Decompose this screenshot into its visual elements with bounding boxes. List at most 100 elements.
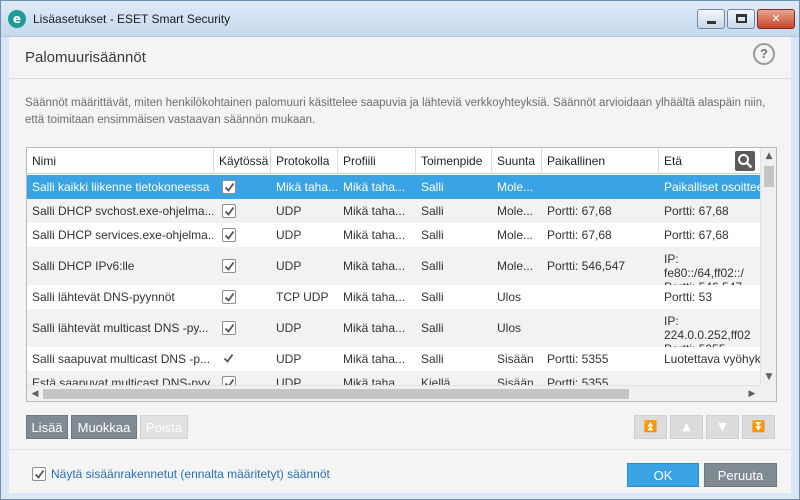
- enabled-checkbox[interactable]: [222, 228, 236, 242]
- checkmark-icon: [224, 292, 235, 302]
- table-body: Salli kaikki liikenne tietokoneessa Mikä …: [27, 175, 760, 385]
- horizontal-scrollbar[interactable]: ◀ ▶: [27, 385, 760, 401]
- cell-local: [542, 175, 659, 199]
- cell-direction: Mole...: [497, 204, 534, 218]
- cell-action: Salli: [421, 352, 444, 366]
- scroll-left-icon[interactable]: ◀: [27, 386, 43, 401]
- footer-divider: [9, 449, 791, 450]
- scroll-right-icon[interactable]: ▶: [744, 386, 760, 401]
- maximize-button[interactable]: [727, 9, 755, 29]
- cell-protocol: UDP: [276, 352, 302, 366]
- cell-name: Salli DHCP svchost.exe-ohjelma...: [32, 204, 214, 218]
- cell-remote: IP: fe80::/64,ff02::/Portti: 546,547: [659, 247, 760, 285]
- table-row[interactable]: Salli lähtevät multicast DNS -py... UDP Mi…: [27, 309, 760, 347]
- page-title: Palomuurisäännöt: [25, 49, 146, 66]
- cell-remote: Portti: 67,68: [664, 204, 729, 218]
- settings-window: e Lisäasetukset - ESET Smart Security ✕ …: [0, 0, 800, 500]
- checkmark-icon: [224, 182, 235, 192]
- cell-action: Salli: [421, 228, 444, 242]
- cell-profile: Mikä taha...: [343, 321, 406, 335]
- search-icon[interactable]: [735, 151, 755, 171]
- scroll-down-icon[interactable]: ▼: [761, 369, 776, 385]
- scrollbar-corner: [760, 385, 776, 401]
- cell-local: Portti: 67,68: [547, 228, 612, 242]
- column-header-action[interactable]: Toimenpide: [416, 148, 492, 174]
- title-bar[interactable]: e Lisäasetukset - ESET Smart Security ✕: [1, 1, 799, 37]
- cell-name: Estä saapuvat multicast DNS-pyy...: [32, 376, 214, 385]
- cell-action: Kiellä: [421, 376, 451, 385]
- maximize-icon: [736, 14, 747, 23]
- cell-protocol: UDP: [276, 376, 302, 385]
- scroll-up-icon[interactable]: ▲: [761, 148, 776, 164]
- move-down-icon: ▼: [718, 420, 727, 433]
- show-builtin-label[interactable]: Näytä sisäänrakennetut (ennalta määritet…: [51, 467, 330, 481]
- cell-local: Portti: 67,68: [547, 204, 612, 218]
- cell-name: Salli DHCP IPv6:lle: [32, 259, 135, 273]
- cell-local: Portti: 546,547: [547, 259, 626, 273]
- close-button[interactable]: ✕: [757, 9, 795, 29]
- column-header-protocol[interactable]: Protokolla: [271, 148, 338, 174]
- checkmark-icon: [224, 261, 235, 271]
- help-button[interactable]: ?: [753, 43, 775, 65]
- horizontal-scroll-thumb[interactable]: [43, 389, 629, 399]
- column-header-name[interactable]: Nimi: [27, 148, 214, 174]
- move-bottom-button[interactable]: ⏬: [742, 415, 775, 439]
- minimize-button[interactable]: [697, 9, 725, 29]
- column-header-local[interactable]: Paikallinen: [542, 148, 659, 174]
- cell-name: Salli DHCP services.exe-ohjelma...: [32, 228, 214, 242]
- cell-action: Salli: [421, 180, 444, 194]
- enabled-checkbox[interactable]: [222, 259, 236, 273]
- cell-name: Salli kaikki liikenne tietokoneessa: [32, 180, 210, 194]
- move-bottom-icon: ⏬: [751, 420, 766, 433]
- table-row[interactable]: Salli kaikki liikenne tietokoneessa Mikä …: [27, 175, 760, 199]
- add-button[interactable]: Lisää: [26, 415, 68, 439]
- column-header-direction[interactable]: Suunta: [492, 148, 542, 174]
- table-row[interactable]: Salli DHCP svchost.exe-ohjelma... UDP Mikä…: [27, 199, 760, 223]
- remove-button[interactable]: Poista: [140, 415, 188, 439]
- move-top-button[interactable]: ⏫: [634, 415, 667, 439]
- enabled-checkbox[interactable]: [222, 290, 236, 304]
- show-builtin-checkbox[interactable]: [32, 467, 46, 481]
- cell-direction: Ulos: [497, 290, 522, 304]
- move-up-button[interactable]: ▲: [670, 415, 703, 439]
- cell-name: Salli saapuvat multicast DNS -p...: [32, 352, 211, 366]
- vertical-scroll-thumb[interactable]: [764, 166, 774, 187]
- ok-button[interactable]: OK: [627, 463, 699, 487]
- column-header-enabled[interactable]: Käytössä: [214, 148, 271, 174]
- enabled-checkbox[interactable]: [222, 376, 236, 385]
- enabled-checkbox[interactable]: [222, 321, 236, 335]
- vertical-scrollbar[interactable]: ▲ ▼: [760, 148, 776, 385]
- column-header-profile[interactable]: Profiili: [338, 148, 416, 174]
- enabled-checkbox[interactable]: [222, 204, 236, 218]
- table-row[interactable]: Salli DHCP services.exe-ohjelma... UDP Mik…: [27, 223, 760, 247]
- cell-local: Portti: 5355: [547, 376, 609, 385]
- cell-direction: Sisään: [497, 352, 534, 366]
- enabled-checkbox[interactable]: [222, 180, 236, 194]
- checkmark-icon: [34, 469, 45, 479]
- cancel-button[interactable]: Peruuta: [704, 463, 777, 487]
- table-row[interactable]: Salli DHCP IPv6:lle UDP Mikä taha... Salli M…: [27, 247, 760, 285]
- eset-logo-icon: e: [8, 10, 26, 28]
- cell-protocol: Mikä taha...: [276, 180, 338, 194]
- edit-button[interactable]: Muokkaa: [71, 415, 137, 439]
- enabled-checkbox[interactable]: [222, 352, 236, 366]
- cell-action: Salli: [421, 204, 444, 218]
- checkmark-icon: [224, 230, 235, 240]
- cell-protocol: UDP: [276, 228, 302, 242]
- window-title: Lisäasetukset - ESET Smart Security: [33, 12, 231, 26]
- cell-profile: Mikä taha...: [343, 259, 406, 273]
- table-row[interactable]: Estä saapuvat multicast DNS-pyy... UDP Mik…: [27, 371, 760, 385]
- cell-name: Salli lähtevät multicast DNS -py...: [32, 321, 209, 335]
- table-row[interactable]: Salli lähtevät DNS-pyynnöt TCP UDP Mikä ta…: [27, 285, 760, 309]
- table-header: Nimi Käytössä Protokolla Profiili Toimen…: [27, 148, 760, 174]
- cell-profile: Mikä taha...: [343, 290, 406, 304]
- description-text: Säännöt määrittävät, miten henkilökohtai…: [25, 97, 766, 126]
- cell-direction: Mole...: [497, 180, 534, 194]
- cell-direction: Ulos: [497, 321, 522, 335]
- header-divider: [9, 78, 791, 79]
- move-up-icon: ▲: [682, 420, 691, 433]
- table-row[interactable]: Salli saapuvat multicast DNS -p... UDP Mik…: [27, 347, 760, 371]
- cell-remote: Luotettava vyöhyke: [664, 352, 760, 366]
- cell-direction: Mole...: [497, 228, 534, 242]
- move-down-button[interactable]: ▼: [706, 415, 739, 439]
